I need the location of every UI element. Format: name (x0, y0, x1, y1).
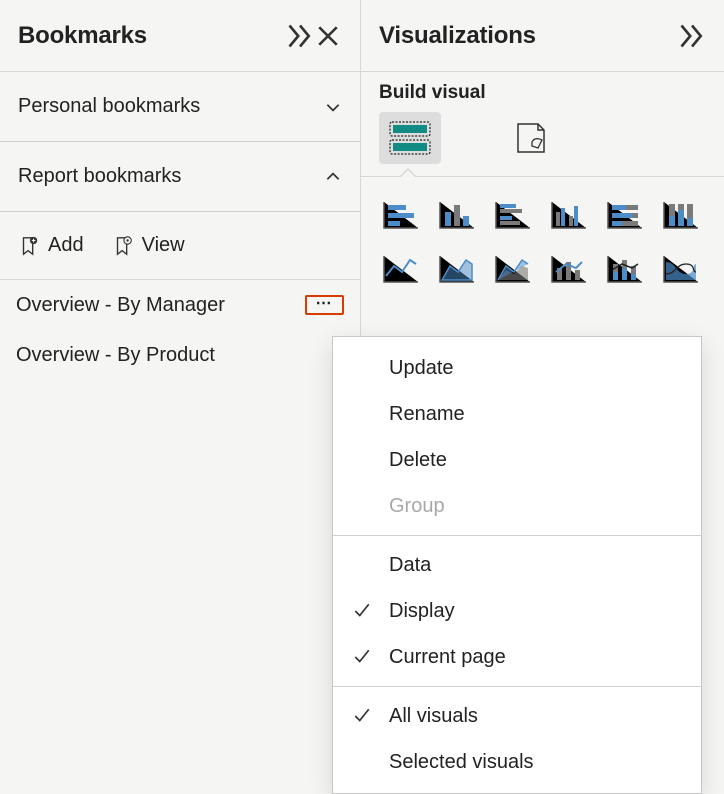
menu-divider (333, 686, 701, 687)
add-label: Add (48, 234, 84, 257)
personal-bookmarks-section[interactable]: Personal bookmarks (0, 72, 360, 142)
bookmark-context-menu: Update Rename Delete Group Data Display … (332, 336, 702, 794)
active-tab-indicator (399, 168, 417, 177)
close-pane-button[interactable] (314, 22, 342, 50)
close-icon (314, 22, 342, 50)
menu-data[interactable]: Data (333, 542, 701, 588)
viz-stacked-area-chart[interactable] (491, 249, 535, 289)
ellipsis-icon: ⋯ (316, 295, 334, 312)
view-bookmark-button[interactable]: View (112, 234, 185, 257)
check-icon (353, 707, 371, 725)
collapse-viz-pane-button[interactable] (678, 22, 706, 50)
viz-line-stacked-column[interactable] (603, 249, 647, 289)
format-tab[interactable] (501, 112, 563, 164)
fields-icon (388, 120, 432, 156)
menu-label: Selected visuals (389, 751, 534, 774)
viz-clustered-bar[interactable] (491, 195, 535, 235)
bookmark-label: Overview - By Product (16, 344, 344, 367)
chevron-double-right-icon (678, 22, 706, 50)
menu-label: All visuals (389, 705, 478, 728)
menu-group: Group (333, 483, 701, 529)
personal-bookmarks-label: Personal bookmarks (18, 95, 324, 118)
bookmark-item[interactable]: Overview - By Product (0, 330, 360, 380)
menu-label: Data (389, 554, 431, 577)
menu-display[interactable]: Display (333, 588, 701, 634)
bookmarks-toolbar: Add View (0, 212, 360, 280)
menu-label: Rename (389, 403, 465, 426)
viz-stacked-column[interactable] (435, 195, 479, 235)
viz-line-clustered-column[interactable] (547, 249, 591, 289)
more-options-button[interactable]: ⋯ (305, 295, 345, 315)
menu-label: Current page (389, 646, 506, 669)
check-icon (353, 648, 371, 666)
viz-stacked-bar[interactable] (379, 195, 423, 235)
collapse-pane-button[interactable] (286, 22, 314, 50)
build-visual-subtitle: Build visual (361, 72, 724, 112)
bookmark-view-icon (112, 235, 134, 257)
menu-rename[interactable]: Rename (333, 391, 701, 437)
visualization-gallery (361, 177, 724, 307)
build-tab[interactable] (379, 112, 441, 164)
bookmark-label: Overview - By Manager (16, 294, 305, 317)
viz-clustered-column[interactable] (547, 195, 591, 235)
menu-label: Group (389, 495, 445, 518)
menu-delete[interactable]: Delete (333, 437, 701, 483)
menu-selected-visuals[interactable]: Selected visuals (333, 739, 701, 785)
bookmark-add-icon (18, 235, 40, 257)
visualizations-title: Visualizations (379, 22, 678, 50)
view-label: View (142, 234, 185, 257)
menu-label: Display (389, 600, 455, 623)
viz-area-chart[interactable] (435, 249, 479, 289)
menu-divider (333, 535, 701, 536)
bookmarks-title: Bookmarks (18, 22, 286, 50)
menu-label: Delete (389, 449, 447, 472)
bookmarks-header: Bookmarks (0, 0, 360, 72)
chevron-down-icon (324, 98, 342, 116)
viz-100-stacked-bar[interactable] (603, 195, 647, 235)
visualizations-header: Visualizations (361, 0, 724, 72)
add-bookmark-button[interactable]: Add (18, 234, 84, 257)
bookmarks-pane: Bookmarks Personal bookmarks Report book… (0, 0, 361, 789)
viz-100-stacked-column[interactable] (659, 195, 703, 235)
viz-ribbon-chart[interactable] (659, 249, 703, 289)
build-tabs (361, 112, 724, 177)
chevron-up-icon (324, 168, 342, 186)
menu-all-visuals[interactable]: All visuals (333, 693, 701, 739)
menu-update[interactable]: Update (333, 345, 701, 391)
format-page-icon (510, 120, 554, 156)
report-bookmarks-label: Report bookmarks (18, 165, 324, 188)
check-icon (353, 602, 371, 620)
chevron-double-right-icon (286, 22, 314, 50)
report-bookmarks-section[interactable]: Report bookmarks (0, 142, 360, 212)
bookmark-item[interactable]: Overview - By Manager ⋯ (0, 280, 360, 330)
menu-current-page[interactable]: Current page (333, 634, 701, 680)
menu-label: Update (389, 357, 454, 380)
viz-line-chart[interactable] (379, 249, 423, 289)
